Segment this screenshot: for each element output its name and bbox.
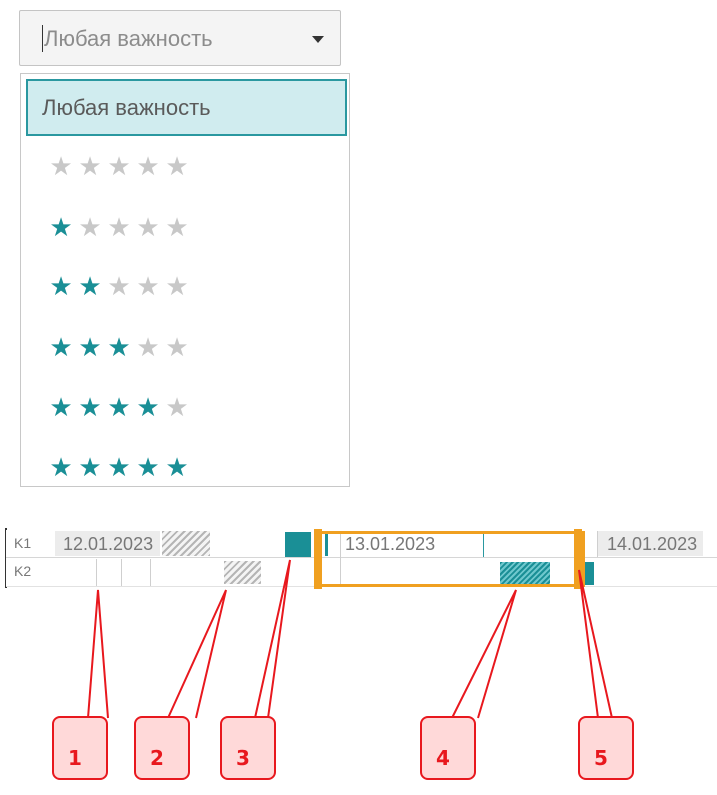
row-separator bbox=[96, 559, 97, 586]
star-filled-icon: ★ bbox=[165, 452, 189, 482]
star-filled-icon: ★ bbox=[49, 392, 73, 422]
star-empty-icon: ★ bbox=[165, 332, 189, 362]
row-label-k2: K2 bbox=[14, 563, 32, 579]
star-empty-icon: ★ bbox=[165, 212, 189, 242]
teal-block-k2[interactable] bbox=[584, 562, 594, 585]
row-separator bbox=[150, 559, 151, 586]
row-separator bbox=[121, 559, 122, 586]
star-filled-icon: ★ bbox=[107, 392, 131, 422]
star-empty-icon: ★ bbox=[165, 271, 189, 301]
importance-select[interactable]: Любая важность bbox=[19, 10, 341, 66]
option-rating-0[interactable]: ★ ★ ★ ★ ★ bbox=[47, 152, 191, 180]
option-rating-4[interactable]: ★ ★ ★ ★ ★ bbox=[47, 393, 191, 421]
star-empty-icon: ★ bbox=[107, 271, 131, 301]
orange-selection-frame[interactable] bbox=[317, 531, 585, 587]
option-any-importance[interactable]: Любая важность bbox=[26, 79, 347, 136]
star-empty-icon: ★ bbox=[136, 212, 160, 242]
star-filled-icon: ★ bbox=[78, 332, 102, 362]
callout-3-label: 3 bbox=[236, 746, 250, 770]
callout-4: 4 bbox=[420, 716, 476, 780]
callout-2-label: 2 bbox=[150, 746, 164, 770]
star-filled-icon: ★ bbox=[78, 452, 102, 482]
callout-5: 5 bbox=[578, 716, 634, 780]
star-empty-icon: ★ bbox=[136, 151, 160, 181]
callout-5-label: 5 bbox=[594, 746, 608, 770]
star-empty-icon: ★ bbox=[107, 151, 131, 181]
star-empty-icon: ★ bbox=[136, 332, 160, 362]
importance-select-value: Любая важность bbox=[44, 26, 213, 51]
hatched-block-k2 bbox=[224, 561, 261, 584]
star-filled-icon: ★ bbox=[49, 332, 73, 362]
callout-1: 1 bbox=[52, 716, 108, 780]
option-rating-3[interactable]: ★ ★ ★ ★ ★ bbox=[47, 333, 191, 361]
callout-2: 2 bbox=[134, 716, 190, 780]
star-filled-icon: ★ bbox=[78, 271, 102, 301]
teal-block-k1[interactable] bbox=[285, 532, 311, 557]
leader-4 bbox=[451, 589, 517, 719]
star-filled-icon: ★ bbox=[49, 271, 73, 301]
star-empty-icon: ★ bbox=[165, 151, 189, 181]
hatched-block-k1 bbox=[162, 531, 210, 556]
callout-3: 3 bbox=[220, 716, 276, 780]
star-filled-icon: ★ bbox=[107, 332, 131, 362]
star-empty-icon: ★ bbox=[136, 271, 160, 301]
row-separator bbox=[597, 531, 598, 557]
importance-options-list: Любая важность ★ ★ ★ ★ ★ ★ ★ ★ ★ ★ ★ ★ ★ ★ ★ ★ ★ ★ ★ ★ ★… bbox=[20, 73, 350, 487]
row-label-k1: K1 bbox=[14, 535, 32, 551]
option-any-importance-label: Любая важность bbox=[42, 95, 211, 120]
star-filled-icon: ★ bbox=[136, 392, 160, 422]
date-label-1: 12.01.2023 bbox=[63, 534, 154, 554]
star-filled-icon: ★ bbox=[78, 392, 102, 422]
star-empty-icon: ★ bbox=[165, 392, 189, 422]
text-cursor bbox=[42, 25, 43, 52]
star-empty-icon: ★ bbox=[107, 212, 131, 242]
star-filled-icon: ★ bbox=[136, 452, 160, 482]
option-rating-5[interactable]: ★ ★ ★ ★ ★ bbox=[47, 453, 191, 481]
star-empty-icon: ★ bbox=[49, 151, 73, 181]
star-empty-icon: ★ bbox=[78, 212, 102, 242]
star-empty-icon: ★ bbox=[78, 151, 102, 181]
chevron-down-icon[interactable] bbox=[312, 36, 324, 43]
callout-1-label: 1 bbox=[68, 746, 82, 770]
option-rating-1[interactable]: ★ ★ ★ ★ ★ bbox=[47, 213, 191, 241]
star-filled-icon: ★ bbox=[107, 452, 131, 482]
timeline-strip: K1 K2 12.01.2023 13.01.2023 14.01.2023 bbox=[0, 522, 717, 597]
option-rating-2[interactable]: ★ ★ ★ ★ ★ bbox=[47, 272, 191, 300]
star-filled-icon: ★ bbox=[49, 212, 73, 242]
date-label-3: 14.01.2023 bbox=[607, 534, 698, 554]
callout-4-label: 4 bbox=[436, 746, 450, 770]
leader-2 bbox=[167, 589, 227, 719]
orange-left-handle[interactable] bbox=[314, 529, 322, 589]
star-filled-icon: ★ bbox=[49, 452, 73, 482]
orange-right-handle[interactable] bbox=[574, 529, 582, 589]
leader-1 bbox=[87, 589, 109, 719]
